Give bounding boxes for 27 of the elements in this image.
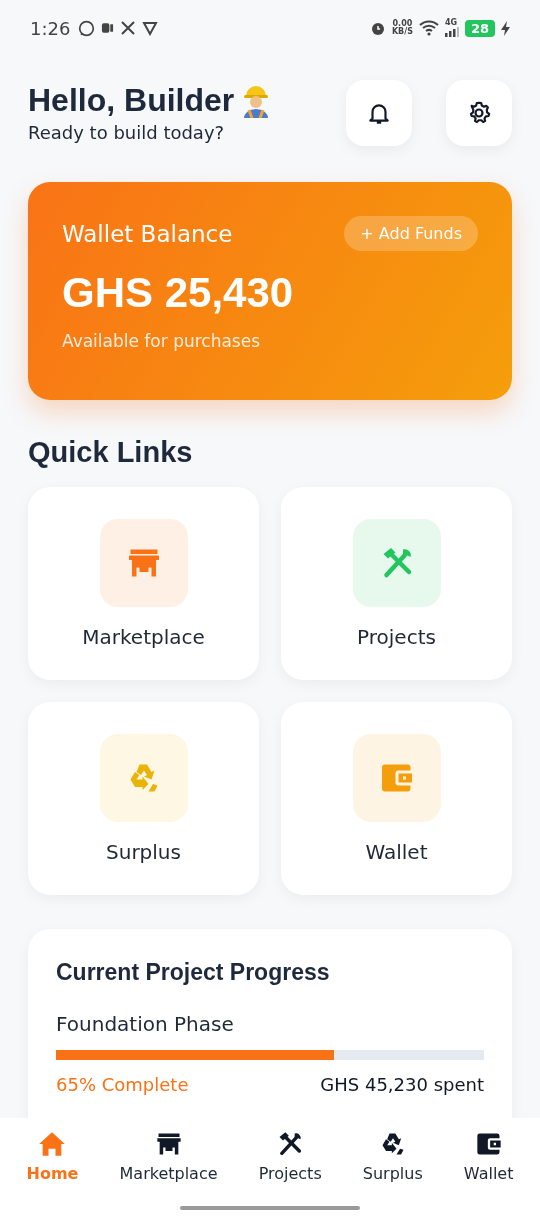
quick-link-card[interactable]: Wallet <box>281 702 512 895</box>
wallet-balance: GHS 25,430 <box>62 269 295 317</box>
phase-label: Foundation Phase <box>56 1012 235 1036</box>
nav-tab[interactable]: Marketplace <box>117 1130 220 1183</box>
quick-link-label: Surplus <box>106 839 181 864</box>
progress-title: Current Project Progress <box>56 959 331 986</box>
nav-tab[interactable]: Surplus <box>360 1130 425 1183</box>
nav-tab[interactable]: Wallet <box>461 1130 516 1183</box>
section-title: Quick Links <box>28 436 194 469</box>
quick-link-card[interactable]: Marketplace <box>28 487 259 680</box>
network-type: 4G <box>444 19 458 27</box>
wallet-title: Wallet Balance <box>62 220 233 247</box>
status-time: 1:26 <box>30 17 71 39</box>
greeting-title: Hello, Builder <box>28 82 235 119</box>
quick-link-label: Projects <box>357 624 436 649</box>
quick-link-card[interactable]: Projects <box>281 487 512 680</box>
net-speed: 0.00 <box>392 20 413 28</box>
quick-link-label: Marketplace <box>82 624 205 649</box>
greeting-subtitle: Ready to build today? <box>28 122 226 144</box>
wallet-caption: Available for purchases <box>62 331 262 351</box>
quick-link-label: Wallet <box>365 839 428 864</box>
nav-tab[interactable]: Projects <box>256 1130 324 1183</box>
spent-label: GHS 45,230 spent <box>320 1074 484 1095</box>
quick-link-card[interactable]: Surplus <box>28 702 259 895</box>
net-unit: KB/S <box>391 28 413 36</box>
battery-level: 28 <box>464 19 495 37</box>
percent-label: 65% Complete <box>56 1074 189 1095</box>
